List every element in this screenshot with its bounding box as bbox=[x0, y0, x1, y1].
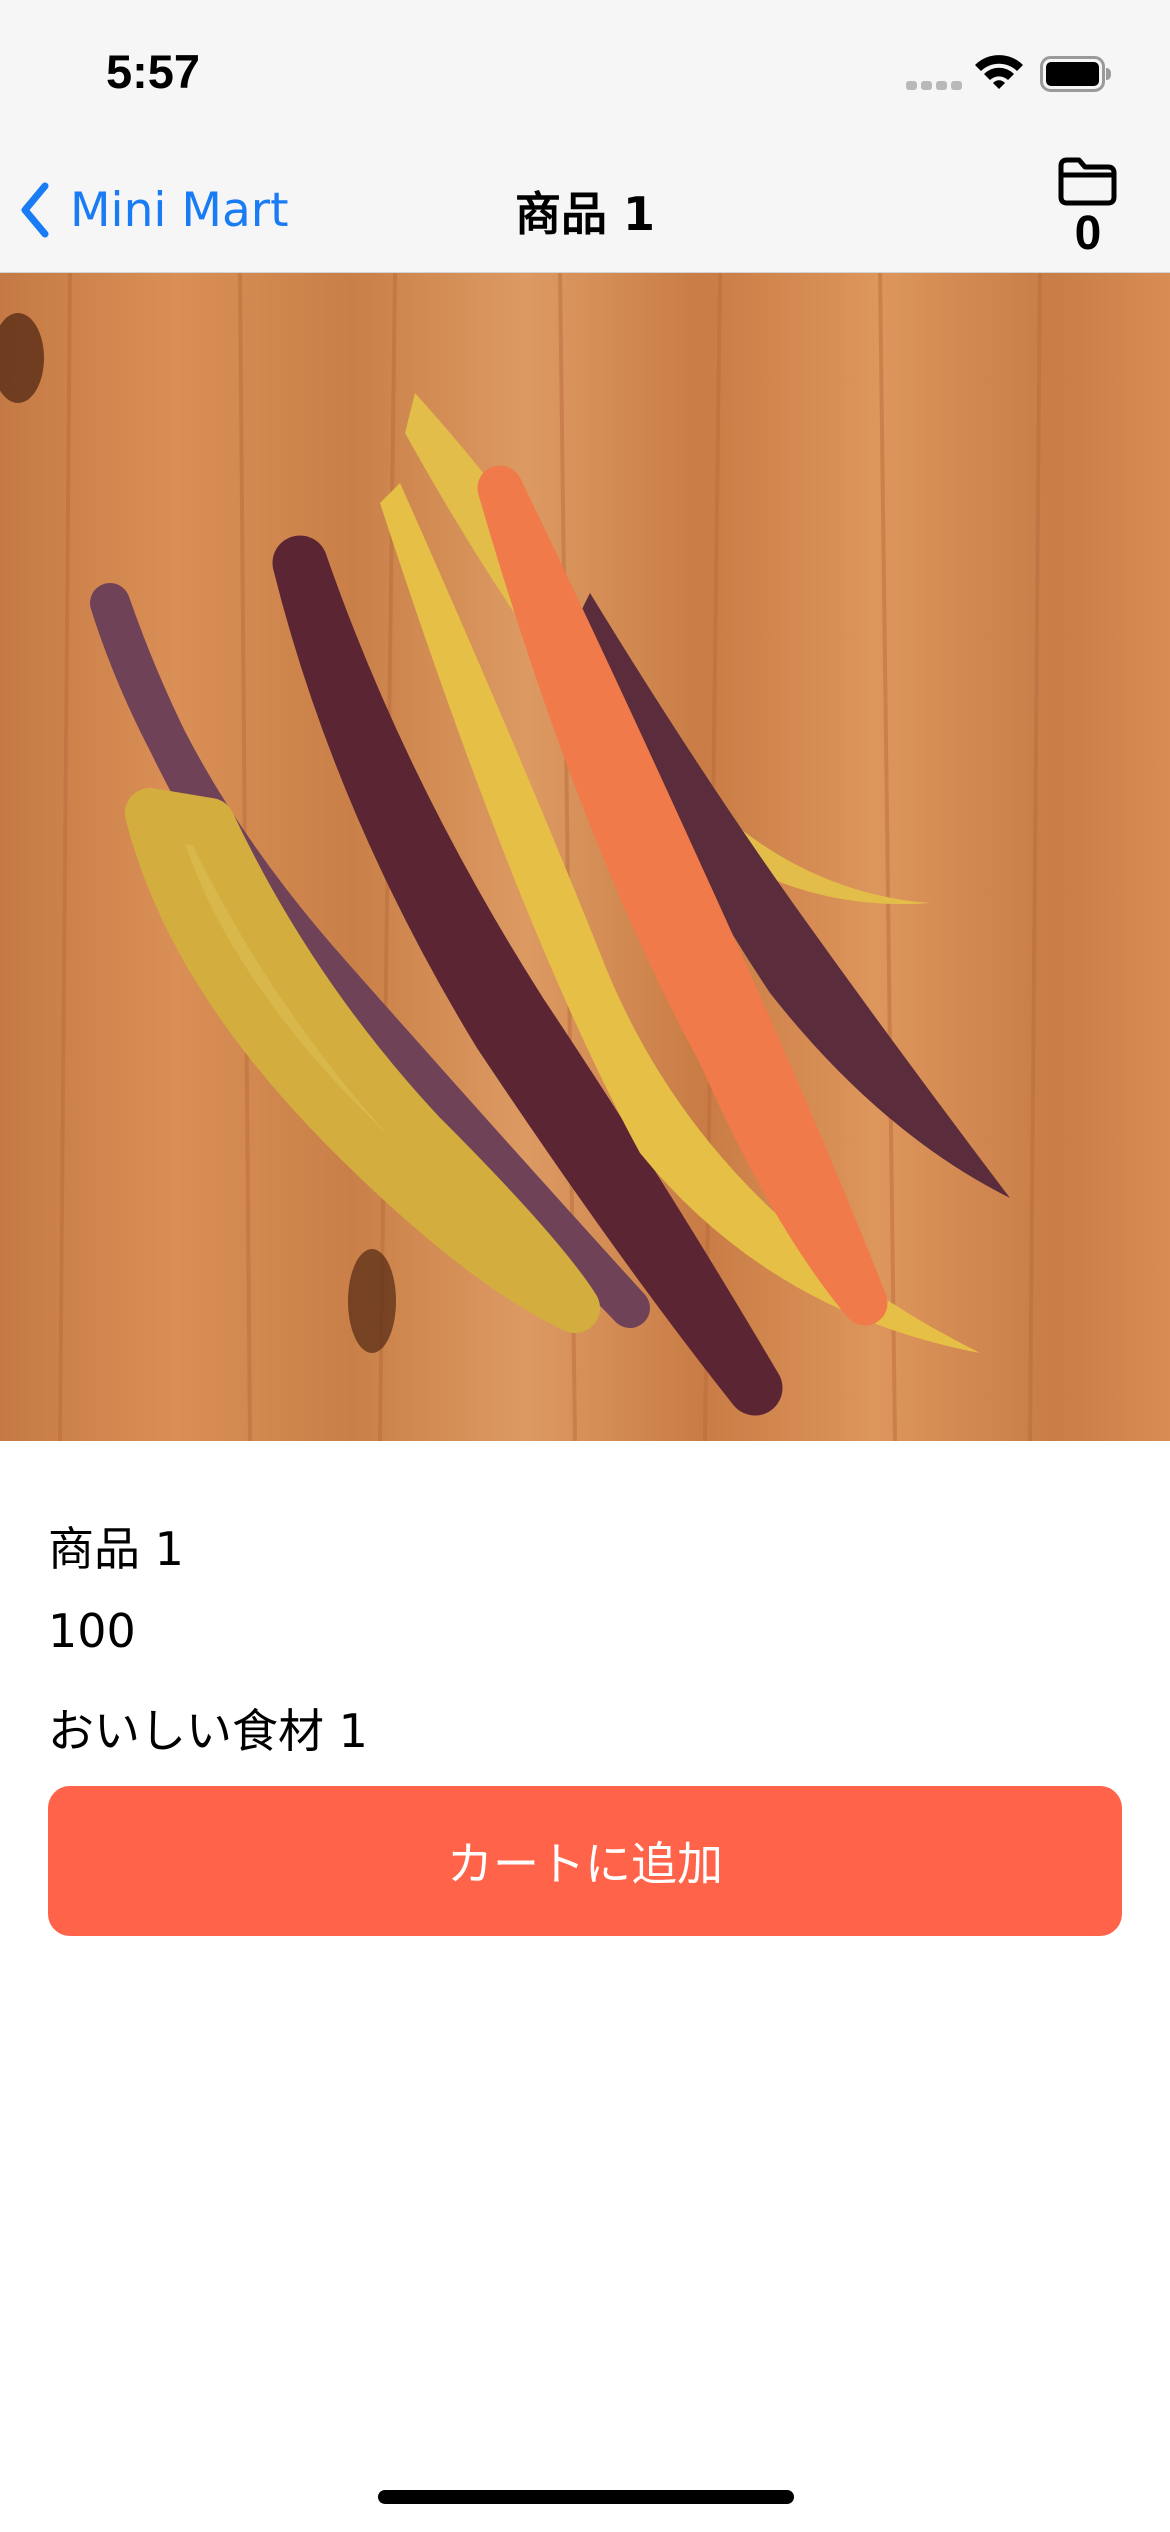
product-image bbox=[0, 273, 1170, 1441]
folder-icon bbox=[1058, 157, 1117, 206]
cellular-signal-icon bbox=[906, 81, 962, 91]
product-price: 100 bbox=[48, 1604, 136, 1658]
status-bar: 5:57 bbox=[0, 0, 1170, 150]
add-to-cart-label: カートに追加 bbox=[447, 1837, 723, 1891]
cart-button[interactable]: 0 bbox=[1042, 150, 1134, 268]
navigation-bar: Mini Mart 商品 1 0 bbox=[0, 150, 1170, 274]
page-title: 商品 1 bbox=[514, 187, 656, 241]
wifi-icon bbox=[975, 55, 1023, 89]
product-description: おいしい食材 1 bbox=[48, 1704, 368, 1758]
status-time: 5:57 bbox=[106, 45, 201, 98]
add-to-cart-button[interactable]: カートに追加 bbox=[48, 1786, 1122, 1936]
product-name: 商品 1 bbox=[48, 1522, 184, 1576]
battery-icon bbox=[1040, 56, 1111, 92]
carrots-photo bbox=[0, 273, 1170, 1441]
home-indicator bbox=[378, 2490, 794, 2504]
cart-count-badge: 0 bbox=[1074, 207, 1102, 260]
